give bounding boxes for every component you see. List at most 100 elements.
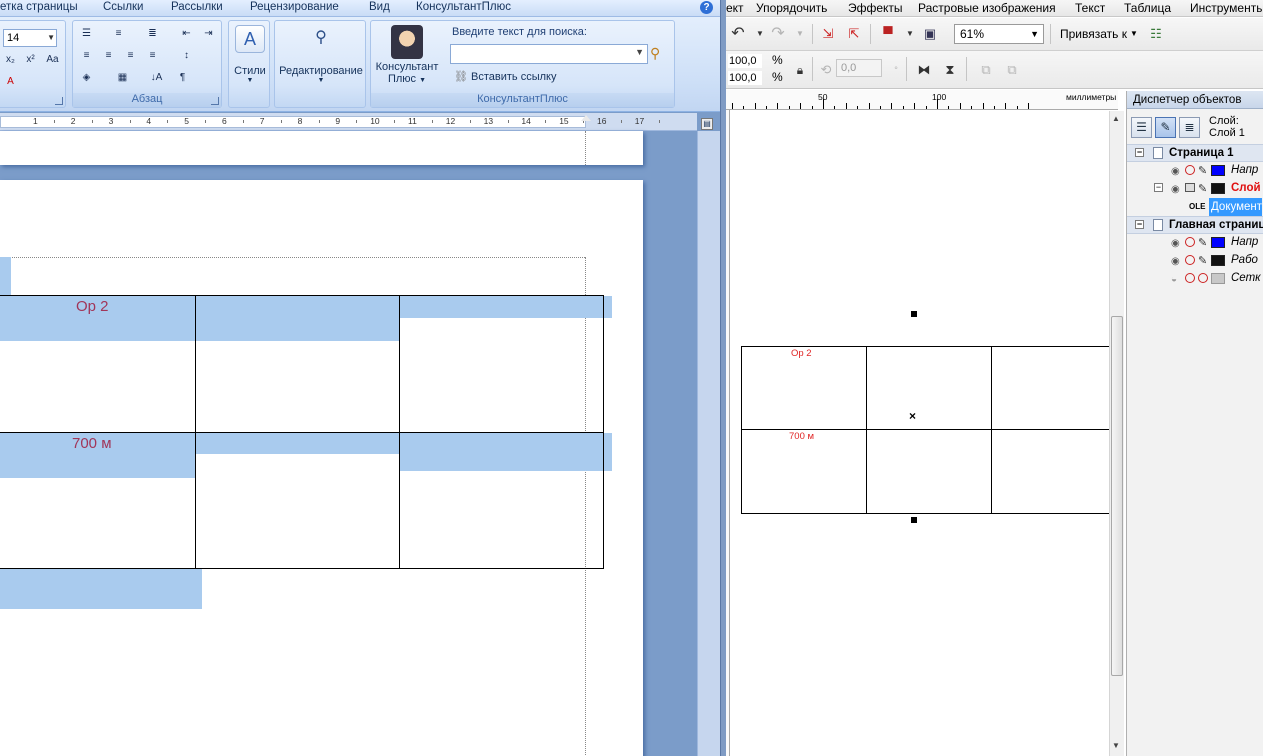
- layer-color-swatch[interactable]: [1211, 237, 1225, 248]
- styles-group[interactable]: A Стили ▼: [228, 20, 270, 108]
- borders-button[interactable]: ▦: [113, 69, 132, 87]
- selection-handle[interactable]: [911, 517, 917, 523]
- multilevel-list-button[interactable]: ≣: [143, 25, 162, 43]
- tree-object-ole[interactable]: OLE Документ: [1127, 198, 1263, 216]
- vertical-scrollbar[interactable]: ▲ ▼: [1109, 111, 1124, 756]
- tree-layer-desktop[interactable]: ◉ ✎ Рабо: [1127, 252, 1263, 270]
- vertical-scrollbar[interactable]: [697, 131, 720, 756]
- no-edit-icon[interactable]: [1198, 273, 1208, 283]
- chevron-down-icon[interactable]: ▼: [790, 24, 810, 44]
- chevron-down-icon[interactable]: ▼: [1130, 29, 1138, 38]
- printer-icon[interactable]: [1185, 183, 1195, 192]
- selection-handle[interactable]: [911, 311, 917, 317]
- pencil-icon[interactable]: ✎: [1198, 236, 1207, 249]
- eye-closed-icon[interactable]: ◒: [1171, 274, 1177, 285]
- drawing-canvas[interactable]: × Ор 2 700 м: [731, 111, 1111, 756]
- subscript-button[interactable]: x₂: [1, 51, 20, 69]
- rotation-center-icon[interactable]: ×: [909, 409, 916, 423]
- font-color-button[interactable]: A: [1, 73, 20, 91]
- launcher-icon[interactable]: ▀: [878, 24, 898, 44]
- tab-mailings[interactable]: Рассылки: [171, 1, 223, 13]
- sort-button[interactable]: ↓A: [147, 69, 166, 87]
- editing-group[interactable]: ⚲ Редактирование ▼: [274, 20, 366, 108]
- zoom-level-select[interactable]: 61% ▼: [954, 24, 1044, 44]
- tab-view[interactable]: Вид: [369, 1, 390, 13]
- show-properties-icon[interactable]: ☰: [1131, 117, 1152, 138]
- view-ruler-toggle[interactable]: ▤: [701, 118, 713, 130]
- lock-ratio-icon[interactable]: 🔒︎: [790, 60, 810, 80]
- eye-icon[interactable]: ◉: [1171, 238, 1180, 249]
- menu-table[interactable]: Таблица: [1124, 1, 1171, 15]
- layer-color-swatch[interactable]: [1211, 183, 1225, 194]
- rotation-angle-input[interactable]: 0,0: [836, 59, 882, 77]
- shading-button[interactable]: ◈: [77, 69, 96, 87]
- layer-manager-view-icon[interactable]: ≣: [1179, 117, 1200, 138]
- layer-color-swatch[interactable]: [1211, 255, 1225, 266]
- align-left-button[interactable]: ≡: [77, 47, 96, 65]
- tree-master-page[interactable]: − Главная страниц: [1127, 216, 1263, 234]
- horizontal-ruler[interactable]: 1 2 3 4 5 6 7 8 9 10 11 12 13 14 15 16 17: [0, 113, 697, 131]
- align-center-button[interactable]: ≡: [99, 47, 118, 65]
- redo-icon[interactable]: ↷: [768, 24, 788, 44]
- tab-review[interactable]: Рецензирование: [250, 1, 339, 13]
- tree-layer-master-guides[interactable]: ◉ ✎ Напр: [1127, 234, 1263, 252]
- font-size-field[interactable]: 14 ▼: [3, 29, 57, 47]
- menu-effects[interactable]: Эффекты: [848, 1, 903, 15]
- horizontal-ruler[interactable]: 50 100 миллиметры: [726, 90, 1118, 110]
- menu-arrange[interactable]: Упорядочить: [756, 1, 827, 15]
- menu-bitmaps[interactable]: Растровые изображения: [918, 1, 1056, 15]
- collapse-icon[interactable]: −: [1135, 148, 1144, 157]
- tab-page-layout[interactable]: етка страницы: [0, 1, 78, 13]
- scale-x-input[interactable]: 100,0: [728, 54, 762, 68]
- snap-to-button[interactable]: Привязать к: [1060, 27, 1127, 41]
- chevron-down-icon[interactable]: ▼: [750, 24, 770, 44]
- scale-y-input[interactable]: 100,0: [728, 71, 762, 85]
- object-name[interactable]: Документ: [1209, 198, 1263, 216]
- styles-button[interactable]: A Стили ▼: [233, 25, 267, 84]
- eye-icon[interactable]: ◉: [1171, 166, 1180, 177]
- tab-konsultant[interactable]: КонсультантПлюс: [416, 1, 511, 13]
- export-icon[interactable]: ⇱: [844, 24, 864, 44]
- line-spacing-button[interactable]: ↕: [177, 47, 196, 65]
- table-cell[interactable]: Ор 2: [76, 298, 109, 315]
- scroll-down-icon[interactable]: ▼: [1112, 741, 1120, 750]
- change-case-button[interactable]: Aa: [43, 51, 62, 69]
- pencil-icon[interactable]: ✎: [1198, 164, 1207, 177]
- align-right-button[interactable]: ≡: [121, 47, 140, 65]
- eye-icon[interactable]: ◉: [1171, 184, 1180, 195]
- options-icon[interactable]: ☷: [1146, 24, 1166, 44]
- document-page[interactable]: Ор 2 700 м: [0, 180, 643, 756]
- no-print-icon[interactable]: [1185, 237, 1195, 247]
- table-cell[interactable]: Ор 2: [791, 348, 812, 359]
- superscript-button[interactable]: x²: [21, 51, 40, 69]
- editing-button[interactable]: ⚲ Редактирование ▼: [277, 25, 365, 84]
- collapse-icon[interactable]: −: [1154, 183, 1163, 192]
- vertical-ruler[interactable]: [726, 110, 730, 756]
- layer-color-swatch[interactable]: [1211, 273, 1225, 284]
- tree-page-1[interactable]: − Страница 1: [1127, 144, 1263, 162]
- decrease-indent-button[interactable]: ⇤: [177, 25, 196, 43]
- pencil-icon[interactable]: ✎: [1198, 182, 1207, 195]
- scrollbar-thumb[interactable]: [1111, 316, 1123, 676]
- tab-references[interactable]: Ссылки: [103, 1, 144, 13]
- konsultant-button[interactable]: Консультант Плюс ▼: [373, 25, 441, 85]
- tree-layer-1[interactable]: − ◉ ✎ Слой: [1127, 180, 1263, 198]
- tree-layer-grid[interactable]: ◒ Сетк: [1127, 270, 1263, 288]
- tree-layer-guides[interactable]: ◉ ✎ Напр: [1127, 162, 1263, 180]
- insert-link-button[interactable]: ⛓ Вставить ссылку: [454, 70, 556, 83]
- mirror-vertical-icon[interactable]: ⧗: [940, 60, 960, 80]
- menu-text[interactable]: Текст: [1075, 1, 1105, 15]
- justify-button[interactable]: ≡: [143, 47, 162, 65]
- menu-tools[interactable]: Инструменты: [1190, 1, 1263, 15]
- help-icon[interactable]: ?: [700, 1, 713, 14]
- scroll-up-icon[interactable]: ▲: [1112, 114, 1120, 123]
- dialog-launcher-icon[interactable]: [211, 97, 219, 105]
- layer-color-swatch[interactable]: [1211, 165, 1225, 176]
- welcome-screen-icon[interactable]: ▣: [920, 24, 940, 44]
- no-print-icon[interactable]: [1185, 255, 1195, 265]
- collapse-icon[interactable]: −: [1135, 220, 1144, 229]
- search-input[interactable]: ▼: [450, 44, 648, 64]
- pencil-icon[interactable]: ✎: [1198, 254, 1207, 267]
- right-indent-marker[interactable]: [581, 115, 591, 121]
- no-print-icon[interactable]: [1185, 273, 1195, 283]
